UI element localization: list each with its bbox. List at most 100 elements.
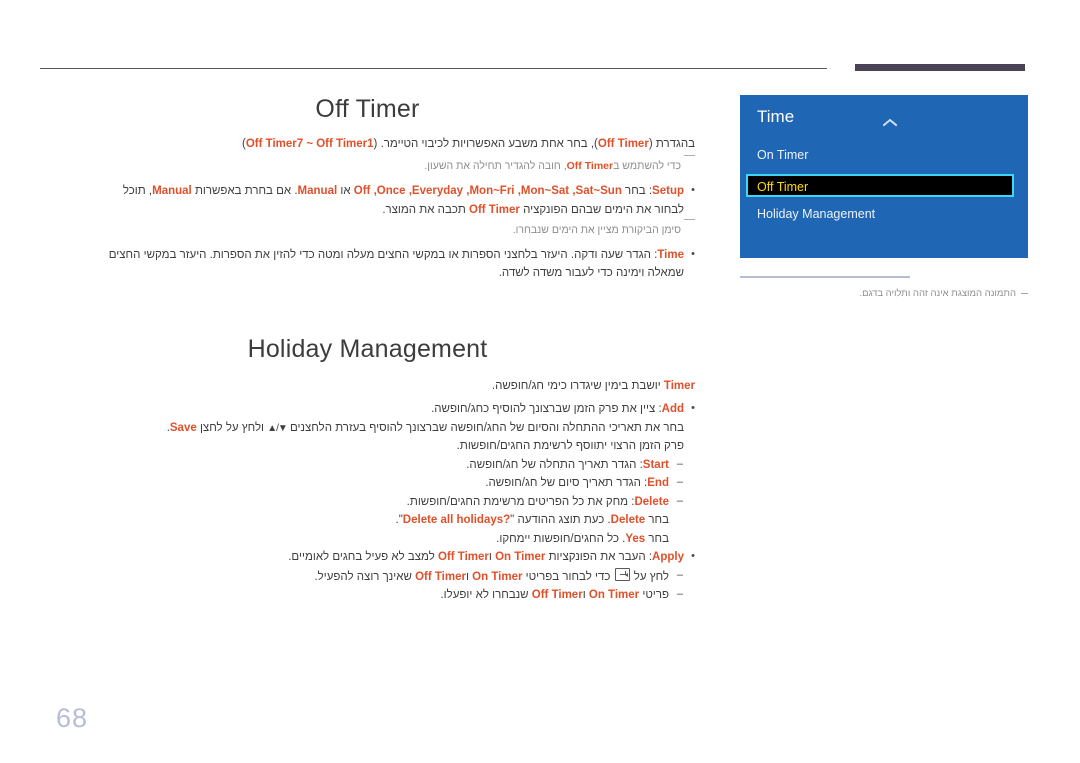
time-text-line2: שמאלה וימינה כדי לעבור משדה לשדה. xyxy=(498,267,684,280)
bullet-setup-line2: לבחור את הימים שבהם הפונקציה Off Timer ת… xyxy=(40,202,695,219)
message-delete-all-holidays: Delete all holidays? xyxy=(402,514,511,527)
setup-option-manual-2: Manual xyxy=(152,185,192,198)
page-number: 68 xyxy=(56,703,89,733)
note-checkmark: סימן הביקורת מציין את הימים שנבחרו. xyxy=(40,219,695,239)
section-title-off-timer: Off Timer xyxy=(315,95,420,123)
start-text: : הגדר תאריך התחלה של חג/חופשה. xyxy=(466,458,643,471)
setup-line2-b: תכבה את המוצר. xyxy=(382,203,469,216)
side-column: Time On Timer Off Timer Holiday Manageme… xyxy=(738,95,1028,301)
manual-page: Off Timer בהגדרת (Off Timer), בחר אחת מש… xyxy=(0,0,1080,763)
bullet-add-line2: בחר את תאריכי ההתחלה והסיום של החג/חופשה… xyxy=(40,420,695,437)
end-text: : הגדר תאריך סיום של חג/חופשה. xyxy=(485,477,648,490)
setup-option-manual-1: Manual xyxy=(297,185,338,198)
bullet-setup: Setup: בחר Off ,Once ,Everyday ,Mon~Fri … xyxy=(40,182,695,200)
keyword-on-timer-3: On Timer xyxy=(588,589,640,601)
keyword-off-timer-2: Off Timer xyxy=(415,570,466,583)
setup-text-d: , תוכל xyxy=(122,185,153,198)
note-post: , חובה להגדיר תחילה את השעון. xyxy=(424,160,567,173)
apply-note-pre: פריטי xyxy=(639,589,669,601)
delete-line2-post: ". xyxy=(395,514,403,527)
setup-text-c: . אם בחרת באפשרות xyxy=(191,185,298,198)
sub-item-start: Start: הגדר תאריך התחלה של חג/חופשה. xyxy=(40,456,695,474)
add-line2-pre: בחר את תאריכי ההתחלה והסיום של החג/חופשה… xyxy=(286,421,684,434)
header-rule-thin xyxy=(40,68,827,69)
section-title-holiday-management: Holiday Management xyxy=(247,334,488,363)
time-text-line1: : הגדר שעה ודקה. היעזר בלחצני הספרות או … xyxy=(108,248,658,261)
side-caption-text: התמונה המוצגת אינה זהה ותלויה בדגם. xyxy=(859,288,1016,299)
setup-line2-a: לבחור את הימים שבהם הפונקציה xyxy=(519,203,684,216)
keyword-off-timer-range: Off Timer7 ~ Off Timer1 xyxy=(245,138,374,150)
note-pre: כדי להשתמש ב xyxy=(613,160,681,173)
bullet-apply: Apply: העבר את הפונקציות On Timer וOff T… xyxy=(40,548,695,566)
osd-menu-panel: Time On Timer Off Timer Holiday Manageme… xyxy=(740,95,1028,258)
note-dash-icon xyxy=(684,155,695,157)
keyword-on-timer-1: On Timer xyxy=(495,551,546,564)
caption-dash-icon xyxy=(1021,293,1028,294)
holiday-lead-paragraph: Timer יושבת בימין שיגדרו כימי חג/חופשה. xyxy=(40,378,695,395)
sub-item-apply-enter: לחץ על כדי לבחור בפריטי On Timer וOff Ti… xyxy=(40,567,695,586)
enter-post: שאינך רוצה להפעיל. xyxy=(314,570,416,583)
sub-item-delete-line2: בחר Delete. כעת תוצג ההודעה "Delete all … xyxy=(40,512,695,529)
label-end: End xyxy=(647,477,669,490)
label-time: Time xyxy=(657,248,684,261)
label-add: Add xyxy=(661,403,684,416)
label-setup: Setup xyxy=(652,185,684,198)
keyword-off-timer-1: Off Timer xyxy=(438,551,489,564)
keyword-yes: Yes xyxy=(625,532,646,545)
note-clock-required: כדי להשתמש בOff Timer, חובה להגדיר תחילה… xyxy=(40,155,695,175)
note-checkmark-text: סימן הביקורת מציין את הימים שנבחרו. xyxy=(512,224,681,237)
delete-text: : מחק את כל הפריטים מרשימת החגים/חופשות. xyxy=(406,495,635,508)
keyword-off-timer: Off Timer xyxy=(597,138,649,150)
osd-menu-item-on-timer[interactable]: On Timer xyxy=(757,146,808,165)
off-timer-bullet-list-time: Time: הגדר שעה ודקה. היעזר בלחצני הספרות… xyxy=(40,246,695,283)
label-apply: Apply xyxy=(652,551,684,564)
off-timer-lead-paragraph: בהגדרת (Off Timer), בחר אחת משבע האפשרוי… xyxy=(40,136,695,153)
keyword-on-timer-2: On Timer xyxy=(472,570,523,583)
yes-pre: בחר xyxy=(645,532,669,545)
label-delete: Delete xyxy=(634,495,669,508)
bullet-add-line3: פרק הזמן הרצוי יתווסף לרשימת החגים/חופשו… xyxy=(40,438,695,455)
enter-key-icon xyxy=(614,567,630,581)
delete-line2-pre: בחר xyxy=(645,514,669,527)
keyword-off-timer-3: Off Timer xyxy=(531,589,583,601)
enter-mid: כדי לבחור בפריטי xyxy=(522,570,614,583)
arrow-buttons-icon: ▲/▼ xyxy=(267,422,288,434)
setup-text-a: : בחר xyxy=(621,185,653,198)
header-rule-thick xyxy=(855,64,1025,71)
lead-text-mid: ), בחר אחת משבע האפשרויות לכיבוי הטיימר.… xyxy=(373,138,598,150)
lead-text-pre: בהגדרת ( xyxy=(648,138,695,150)
note-keyword-off-timer: Off Timer xyxy=(566,160,614,173)
apply-post: למצב לא פעיל בחגים לאומיים. xyxy=(288,551,438,564)
keyword-timer: Timer xyxy=(663,379,695,392)
sub-item-end: End: הגדר תאריך סיום של חג/חופשה. xyxy=(40,474,695,492)
sub-item-delete-line3: בחר Yes. כל החגים/חופשות יימחקו. xyxy=(40,531,695,548)
side-caption: התמונה המוצגת אינה זהה ותלויה בדגם. xyxy=(730,287,1028,301)
keyword-delete: Delete xyxy=(610,514,646,527)
osd-menu-item-holiday-management[interactable]: Holiday Management xyxy=(757,205,875,224)
label-start: Start xyxy=(642,458,669,471)
bullet-time-line2: שמאלה וימינה כדי לעבור משדה לשדה. xyxy=(40,265,695,282)
setup-text-b: או xyxy=(337,185,354,198)
side-caption-separator xyxy=(740,276,910,278)
holiday-bullet-list: Add: ציין את פרק הזמן שברצונך להוסיף כחג… xyxy=(40,400,695,604)
yes-post: . כל החגים/חופשות יימחקו. xyxy=(496,532,626,545)
osd-title-row: Time xyxy=(757,107,1018,135)
bullet-time: Time: הגדר שעה ודקה. היעזר בלחצני הספרות… xyxy=(40,246,695,264)
content-column: Off Timer בהגדרת (Off Timer), בחר אחת מש… xyxy=(40,95,695,605)
bullet-add: Add: ציין את פרק הזמן שברצונך להוסיף כחג… xyxy=(40,400,695,418)
setup-line2-keyword: Off Timer xyxy=(469,203,520,216)
sub-item-apply-note: פריטי On Timer וOff Timer שנבחרו לא יופע… xyxy=(40,586,695,604)
setup-options: Off ,Once ,Everyday ,Mon~Fri ,Mon~Sat ,S… xyxy=(353,185,622,198)
add-line2-mid: ולחץ על לחצן xyxy=(196,421,268,434)
chevron-up-icon[interactable] xyxy=(883,118,897,127)
apply-note-post: שנבחרו לא יופעלו. xyxy=(440,589,532,601)
enter-pre: לחץ על xyxy=(630,570,669,583)
delete-line2-mid: . כעת תוצג ההודעה " xyxy=(510,514,611,527)
add-line3-text: פרק הזמן הרצוי יתווסף לרשימת החגים/חופשו… xyxy=(456,440,684,453)
add-text: : ציין את פרק הזמן שברצונך להוסיף כחג/חו… xyxy=(431,403,662,416)
sub-item-delete: Delete: מחק את כל הפריטים מרשימת החגים/ח… xyxy=(40,493,695,511)
osd-menu-item-off-timer-selected[interactable]: Off Timer xyxy=(746,174,1014,197)
note-dash-icon-2 xyxy=(684,219,695,221)
off-timer-bullet-list: Setup: בחר Off ,Once ,Everyday ,Mon~Fri … xyxy=(40,182,695,219)
keyword-save: Save xyxy=(169,421,197,434)
